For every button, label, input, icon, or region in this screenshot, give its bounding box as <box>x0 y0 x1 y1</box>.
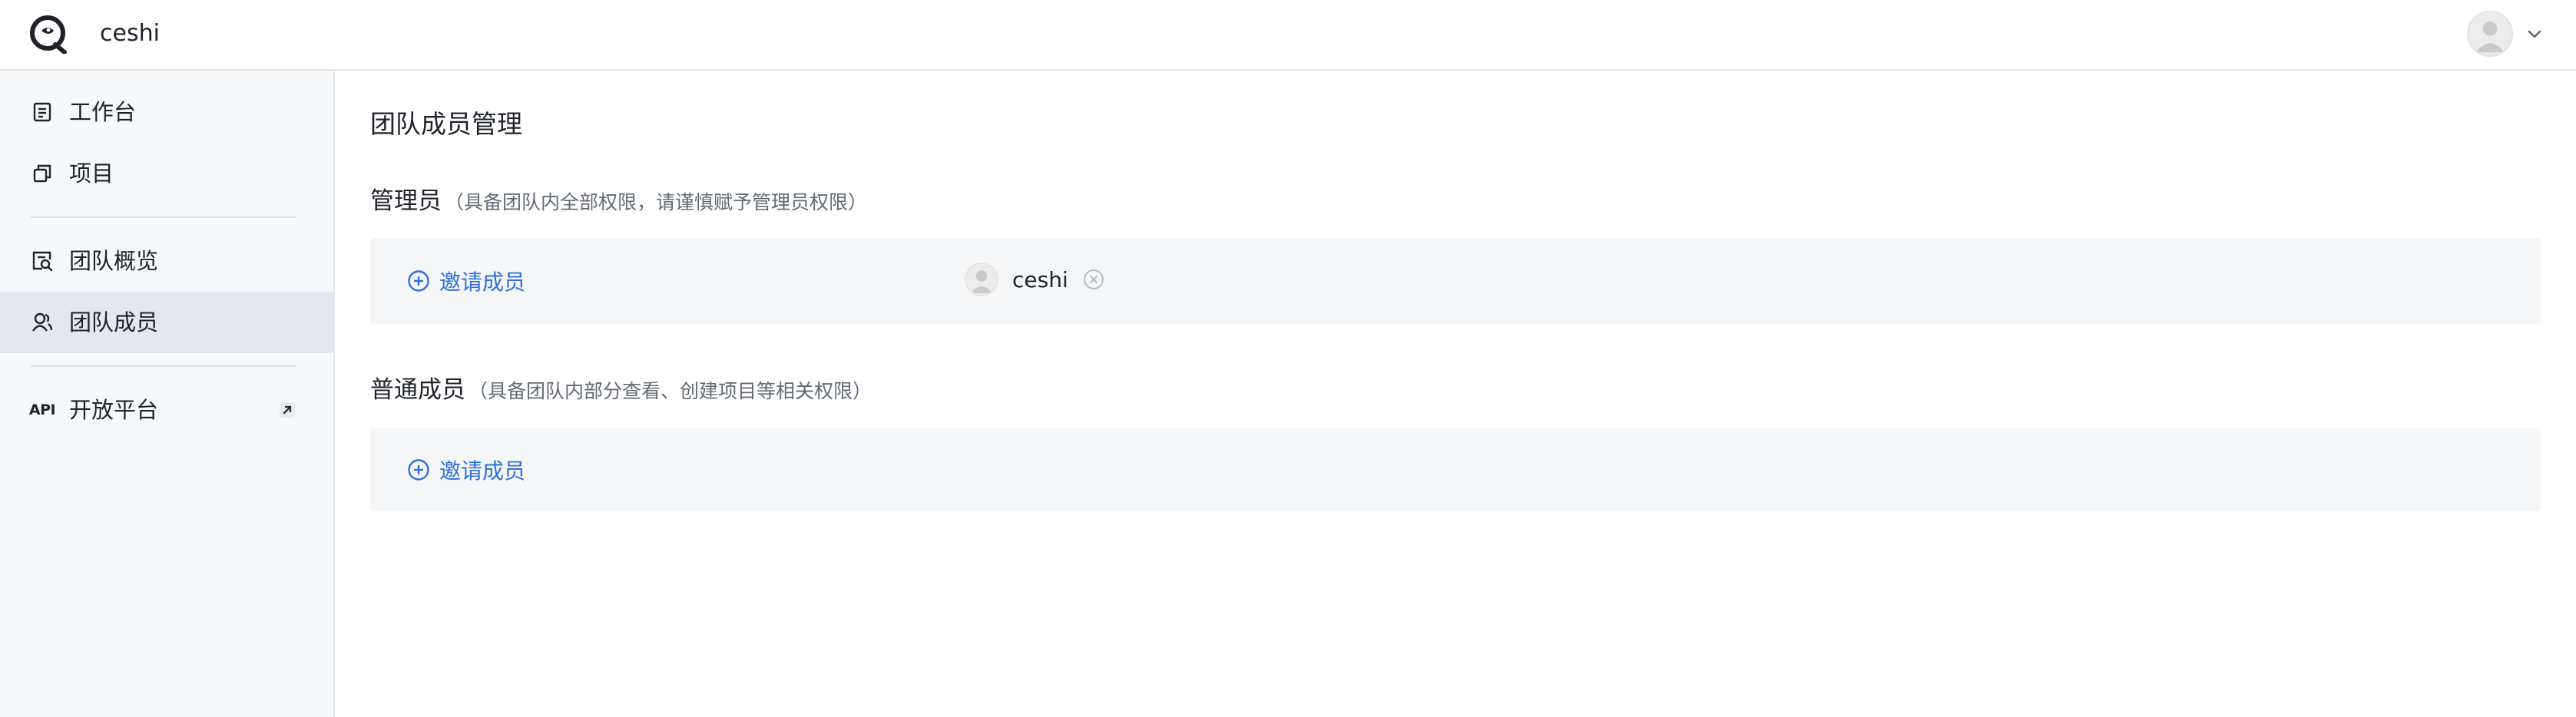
user-menu[interactable] <box>2467 11 2544 57</box>
workbench-icon <box>31 101 54 124</box>
member-section-title: 普通成员 <box>370 376 465 404</box>
plus-circle-icon <box>408 270 429 292</box>
page-title: 团队成员管理 <box>370 109 522 139</box>
member-section-note: （具备团队内部分查看、创建项目等相关权限） <box>469 380 872 402</box>
api-icon: API <box>28 398 56 421</box>
sidebar-item-label: 工作台 <box>69 99 137 125</box>
plus-circle-icon <box>408 459 429 481</box>
external-link-icon <box>280 402 295 418</box>
member-chip: ceshi <box>965 263 1105 296</box>
sidebar-item-label: 团队成员 <box>69 309 159 335</box>
api-icon-text: API <box>28 401 56 418</box>
member-name: ceshi <box>1012 266 1068 292</box>
top-bar: ceshi <box>0 0 2576 71</box>
sidebar-item-label: 项目 <box>69 160 114 187</box>
sidebar-item-project[interactable]: 项目 <box>0 143 333 204</box>
user-silhouette-icon <box>2475 21 2505 53</box>
admin-section-note: （具备团队内全部权限，请谨慎赋予管理员权限） <box>445 191 868 213</box>
member-avatar <box>965 263 998 296</box>
project-icon <box>31 162 54 185</box>
invite-admin-button[interactable]: 邀请成员 <box>407 266 525 296</box>
main-content: 团队成员管理 管理员 （具备团队内全部权限，请谨慎赋予管理员权限） 邀请成员 ce… <box>336 71 2576 717</box>
sidebar-item-label: 团队概览 <box>69 248 159 274</box>
sidebar: 工作台 项目 团队概览 团队成员 API 开放平台 <box>0 71 335 717</box>
sidebar-item-team-overview[interactable]: 团队概览 <box>0 230 333 292</box>
remove-member-icon[interactable] <box>1082 268 1105 291</box>
team-member-icon <box>31 311 54 334</box>
user-silhouette-icon <box>970 270 993 294</box>
admin-section-header: 管理员 （具备团队内全部权限，请谨慎赋予管理员权限） <box>370 183 867 220</box>
sidebar-item-label: 开放平台 <box>69 397 159 423</box>
admin-panel: 邀请成员 ceshi <box>370 238 2541 324</box>
sidebar-divider <box>31 365 296 367</box>
invite-member-button[interactable]: 邀请成员 <box>407 454 525 485</box>
app-logo-icon[interactable] <box>29 14 69 54</box>
team-name[interactable]: ceshi <box>100 18 160 49</box>
sidebar-item-open-platform[interactable]: API 开放平台 <box>0 379 333 441</box>
team-overview-icon <box>31 249 54 273</box>
admin-section-title: 管理员 <box>370 187 442 215</box>
sidebar-item-workbench[interactable]: 工作台 <box>0 81 333 143</box>
chevron-down-icon[interactable] <box>2525 25 2544 43</box>
sidebar-item-team-members[interactable]: 团队成员 <box>0 292 333 353</box>
invite-admin-label: 邀请成员 <box>439 269 526 295</box>
sidebar-divider <box>31 216 296 218</box>
invite-member-label: 邀请成员 <box>439 458 526 484</box>
member-panel: 邀请成员 <box>370 428 2541 511</box>
user-avatar[interactable] <box>2467 11 2513 57</box>
member-section-header: 普通成员 （具备团队内部分查看、创建项目等相关权限） <box>370 372 872 408</box>
